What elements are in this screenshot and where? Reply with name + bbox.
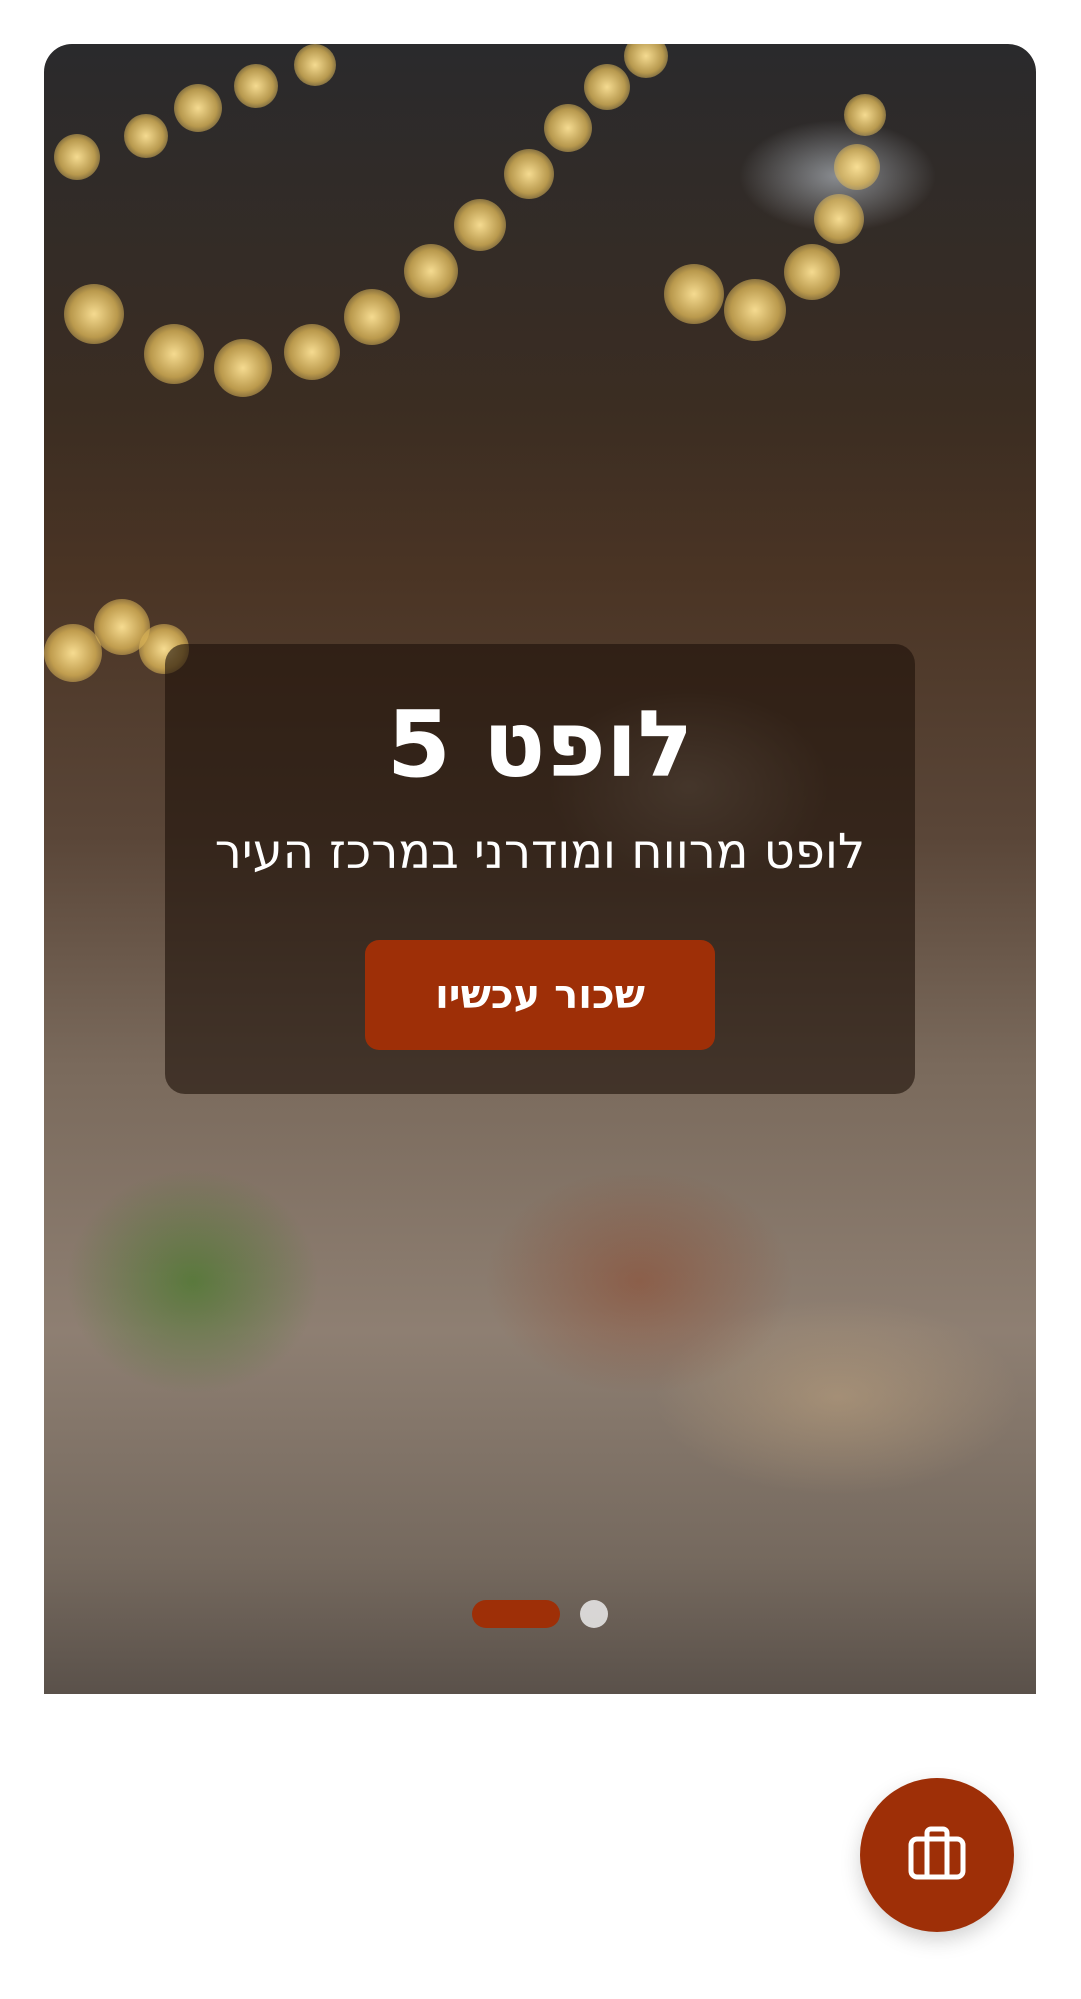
carousel-indicators xyxy=(44,1599,1036,1629)
rent-now-button[interactable]: שכור עכשיו xyxy=(365,940,715,1050)
fab-button[interactable] xyxy=(860,1778,1014,1932)
carousel-dot-active[interactable] xyxy=(472,1600,560,1628)
hero-title: לופט 5 xyxy=(386,691,694,798)
briefcase-icon xyxy=(905,1821,969,1889)
hero-banner: לופט 5 לופט מרווח ומודרני במרכז העיר שכו… xyxy=(44,44,1036,1694)
hero-overlay-card: לופט 5 לופט מרווח ומודרני במרכז העיר שכו… xyxy=(165,644,915,1094)
carousel-dot[interactable] xyxy=(580,1600,608,1628)
hero-subtitle: לופט מרווח ומודרני במרכז העיר xyxy=(214,824,866,880)
